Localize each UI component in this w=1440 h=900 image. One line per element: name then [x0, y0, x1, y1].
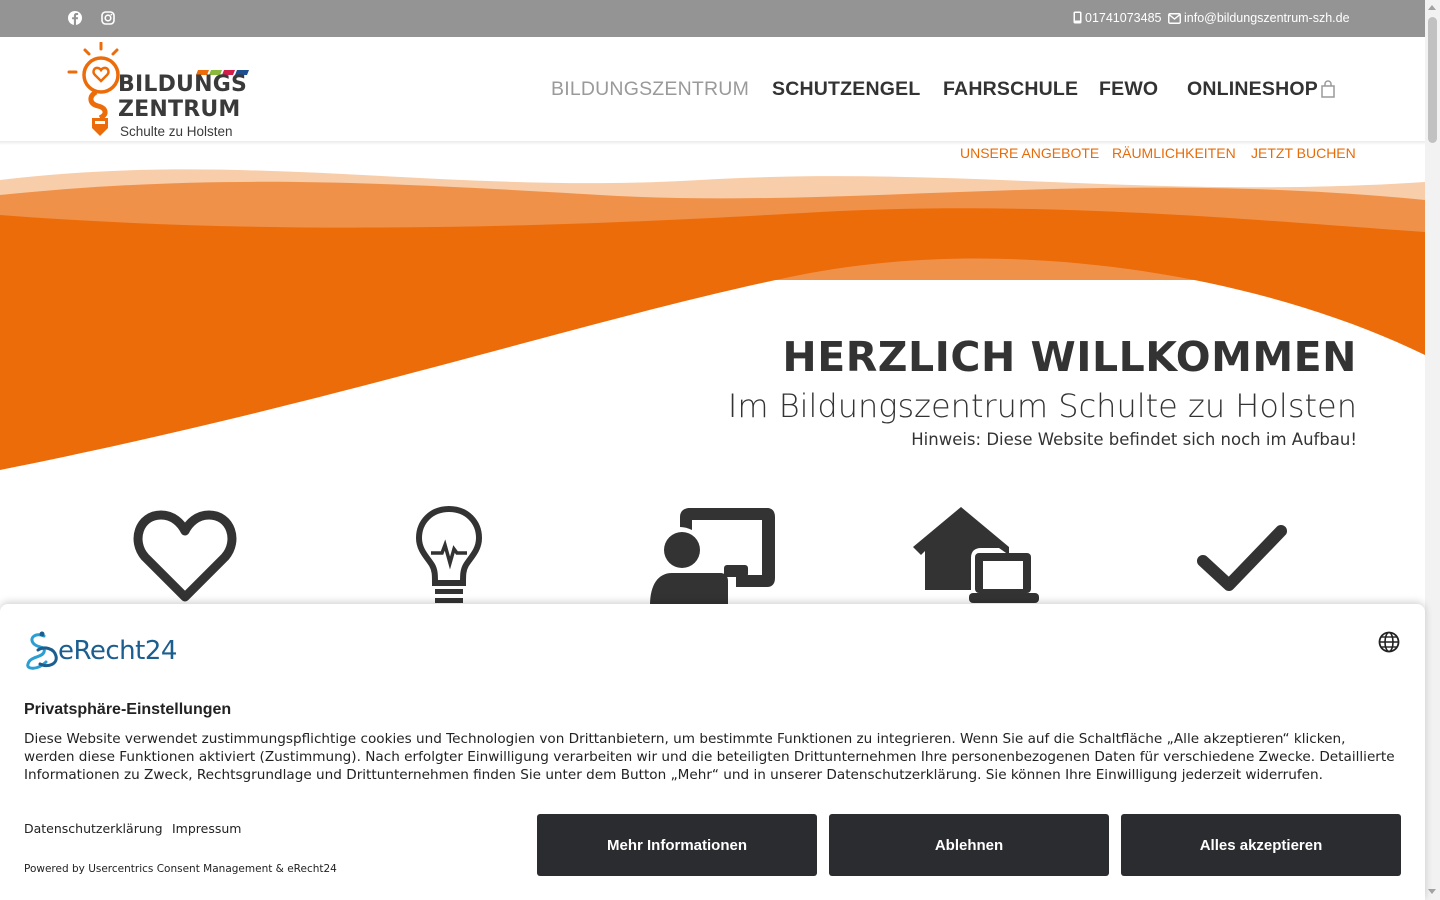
email-link[interactable]: info@bildungszentrum-szh.de: [1168, 11, 1350, 25]
consent-title: Privatsphäre-Einstellungen: [24, 701, 232, 718]
facebook-icon[interactable]: [67, 10, 83, 26]
hero-note: Hinweis: Diese Website befindet sich noc…: [911, 430, 1357, 449]
envelope-icon: [1168, 13, 1181, 24]
subnav-raeumlichkeiten[interactable]: RÄUMLICHKEITEN: [1112, 145, 1236, 161]
logo-line-2: ZENTRUM: [118, 97, 241, 122]
consent-text: Diese Website verwendet zustimmungspflic…: [24, 731, 1395, 783]
hero-title: HERZLICH WILLKOMMEN: [782, 333, 1357, 381]
home-laptop-icon: [913, 507, 1039, 603]
hero-subtitle: Im Bildungszentrum Schulte zu Holsten: [727, 387, 1357, 425]
erecht24-logo: eRecht24: [24, 628, 194, 670]
subnav-jetzt-buchen[interactable]: JETZT BUCHEN: [1251, 145, 1356, 161]
erecht24-brand-text: eRecht24: [58, 636, 177, 666]
mobile-phone-icon: [1073, 11, 1082, 24]
phone-link[interactable]: 01741073485: [1073, 11, 1161, 25]
nav-onlineshop[interactable]: ONLINESHOP: [1187, 78, 1318, 101]
subnav-unsere-angebote[interactable]: UNSERE ANGEBOTE: [960, 145, 1099, 161]
powered-by-text: Powered by Usercentrics Consent Manageme…: [24, 863, 337, 875]
decline-button[interactable]: Ablehnen: [829, 814, 1109, 876]
instagram-icon[interactable]: [100, 10, 116, 26]
nav-schutzengel[interactable]: SCHUTZENGEL: [772, 78, 920, 101]
logo-line-1: BILDUNGS: [118, 72, 248, 97]
scroll-up-arrow-icon[interactable]: [1428, 5, 1436, 10]
cookie-consent-banner: eRecht24 Privatsphäre-Einstellungen Dies…: [0, 604, 1425, 900]
accept-all-button[interactable]: Alles akzeptieren: [1121, 814, 1401, 876]
erecht24-symbol-icon: [26, 631, 58, 670]
nav-bildungszentrum[interactable]: BILDUNGSZENTRUM: [551, 78, 749, 101]
site-logo[interactable]: BILDUNGS ZENTRUM Schulte zu Holsten: [66, 42, 256, 142]
privacy-policy-link[interactable]: Datenschutzerklärung: [24, 821, 163, 836]
teacher-board-icon: [650, 508, 775, 605]
lightbulb-icon: [415, 505, 483, 603]
logo-line-3: Schulte zu Holsten: [120, 124, 233, 139]
scroll-thumb[interactable]: [1428, 17, 1437, 143]
more-information-button[interactable]: Mehr Informationen: [537, 814, 817, 876]
heart-icon: [133, 510, 237, 602]
checkmark-icon: [1197, 525, 1287, 591]
scroll-down-arrow-icon[interactable]: [1428, 889, 1436, 894]
nav-fewo[interactable]: FEWO: [1099, 78, 1158, 101]
shopping-bag-icon[interactable]: [1321, 80, 1335, 98]
nav-fahrschule[interactable]: FAHRSCHULE: [943, 78, 1078, 101]
site-header: BILDUNGS ZENTRUM Schulte zu Holsten BILD…: [0, 37, 1425, 142]
phone-number: 01741073485: [1085, 11, 1162, 25]
imprint-link[interactable]: Impressum: [172, 821, 241, 836]
page-scrollbar[interactable]: [1425, 0, 1440, 900]
top-bar: 01741073485 info@bildungszentrum-szh.de: [0, 0, 1425, 37]
globe-language-icon[interactable]: [1378, 631, 1400, 653]
email-address: info@bildungszentrum-szh.de: [1184, 11, 1350, 25]
